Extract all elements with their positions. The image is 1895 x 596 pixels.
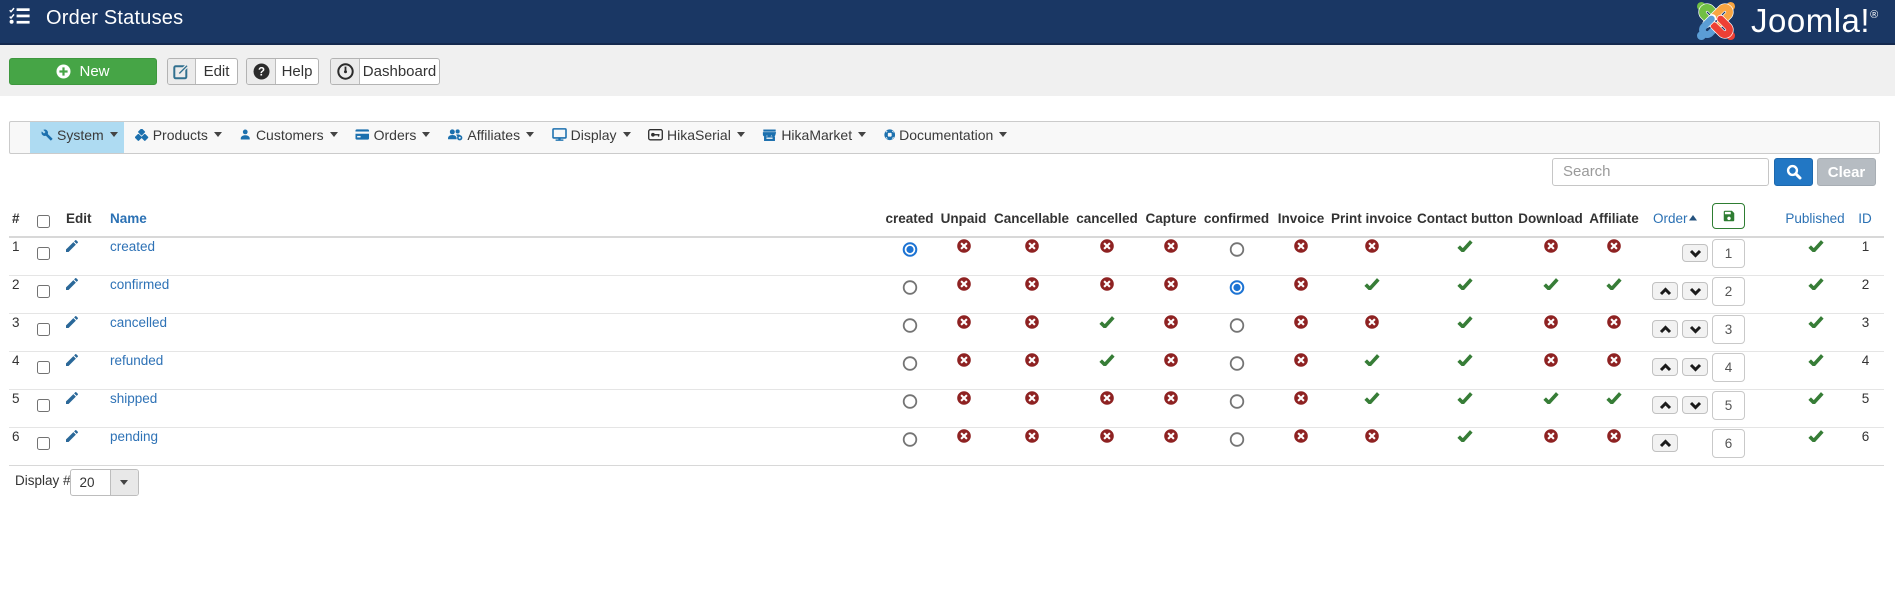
- svg-text:?: ?: [257, 67, 264, 79]
